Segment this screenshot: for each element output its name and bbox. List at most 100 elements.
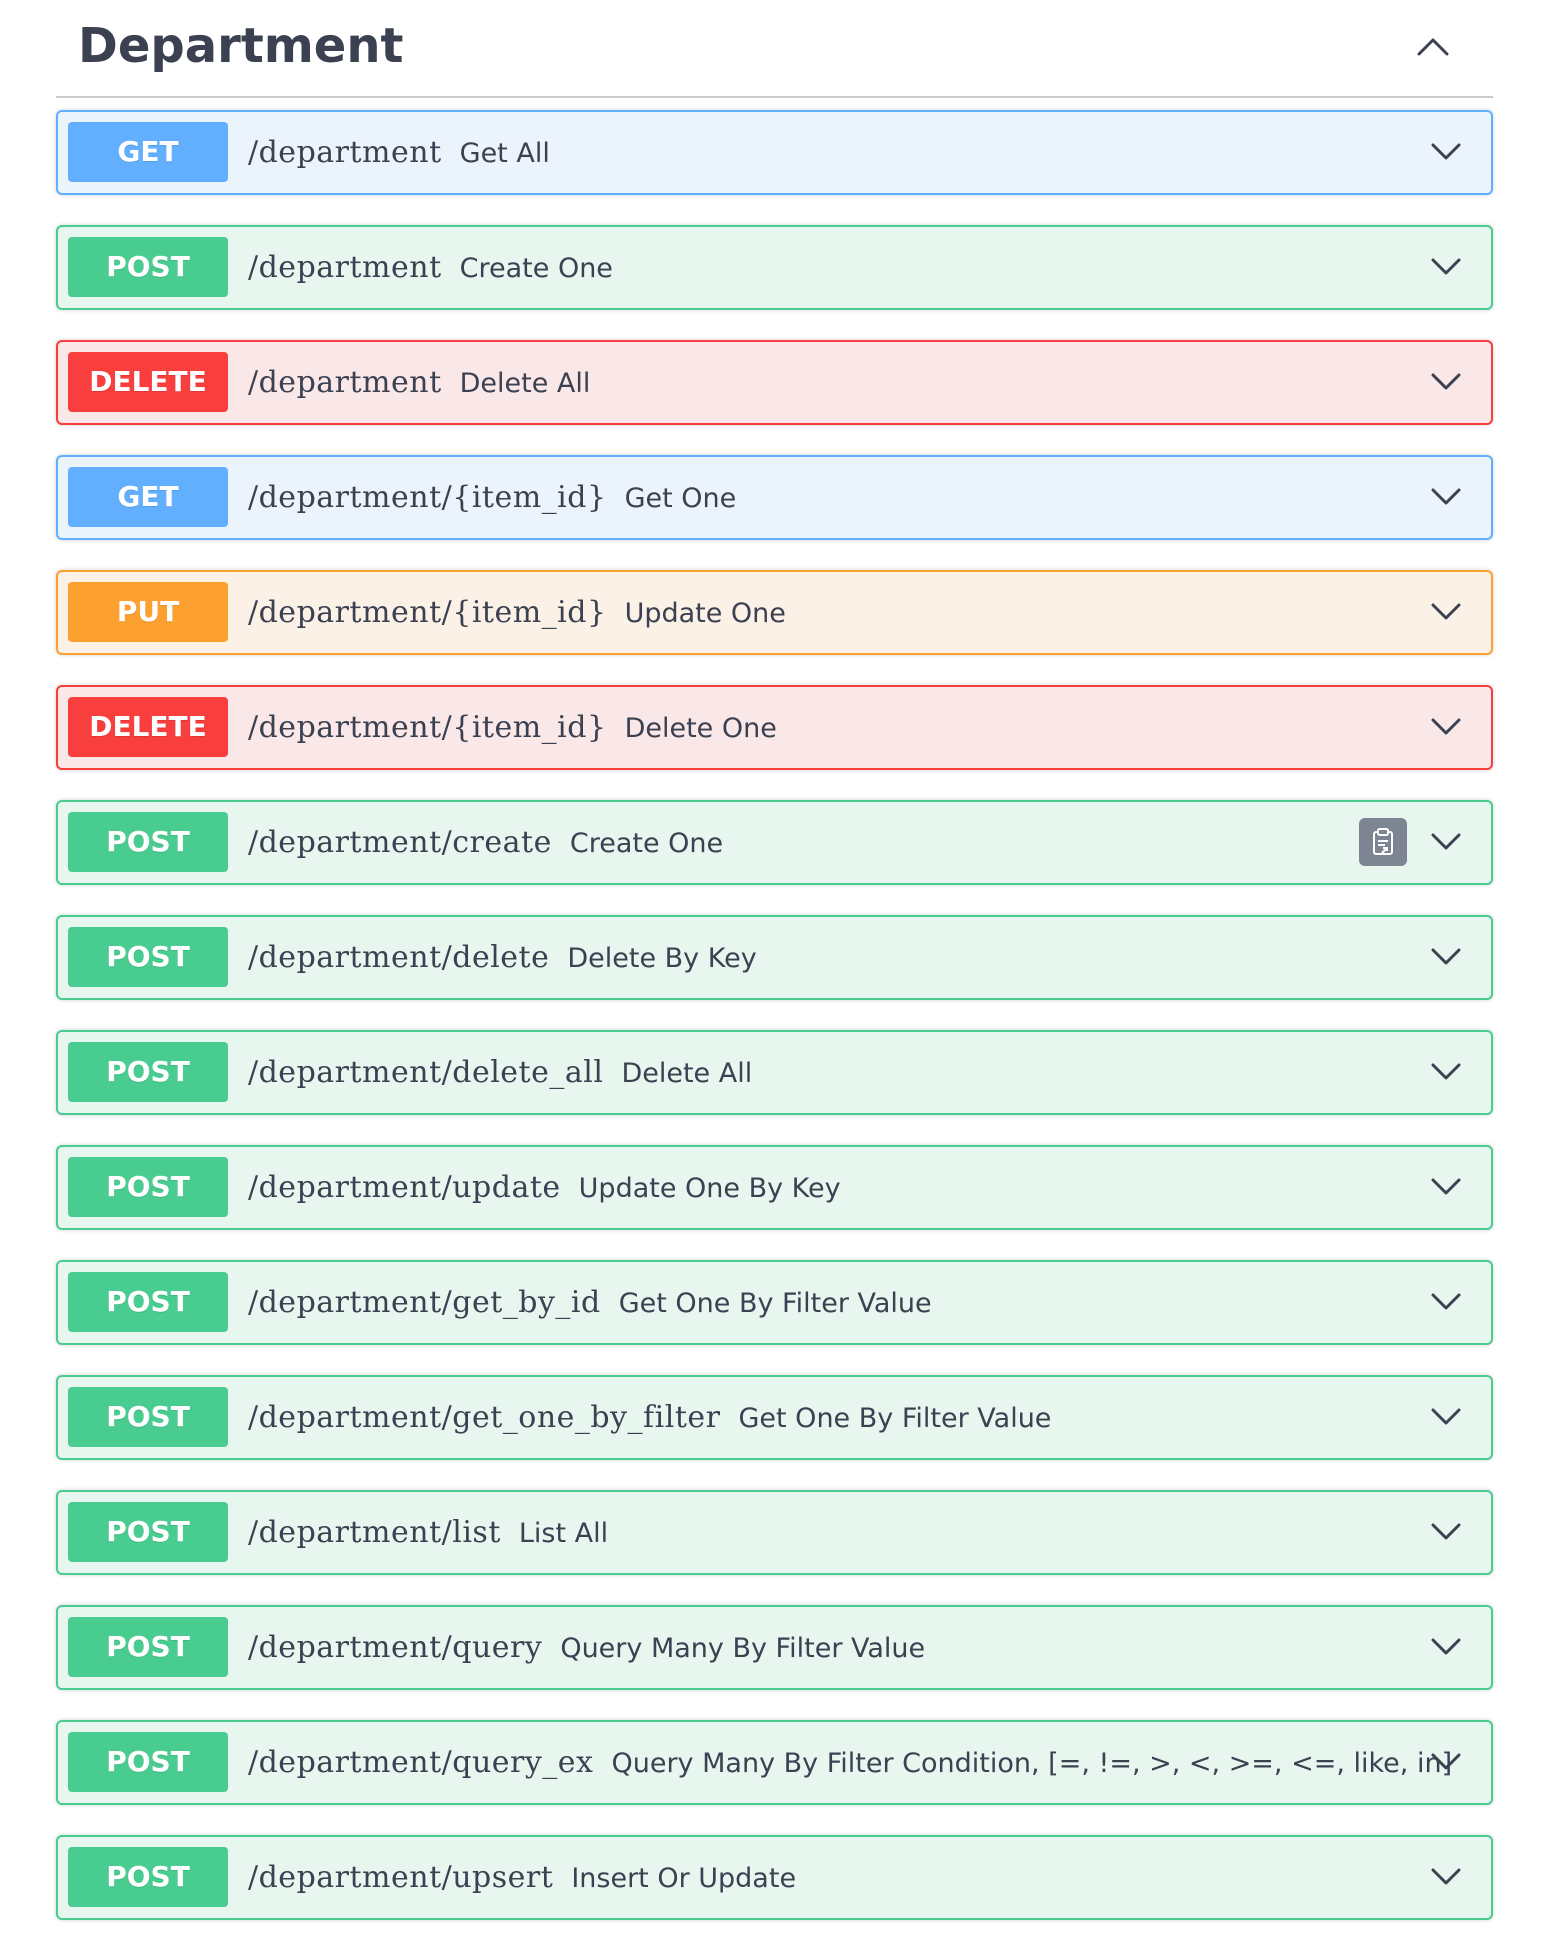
operation-summary: Delete One — [624, 713, 777, 744]
chevron-down-icon[interactable] — [1427, 824, 1465, 858]
operation-summary-line: /department/list List All — [248, 1492, 608, 1573]
operation-summary: Delete All — [621, 1058, 753, 1089]
operation-summary-line: /department/{item_id} Get One — [248, 457, 736, 538]
chevron-down-icon[interactable] — [1427, 364, 1465, 398]
operation-post-department-update[interactable]: POST /department/update Update One By Key — [56, 1145, 1493, 1230]
section-title: Department — [78, 18, 404, 74]
chevron-down-icon[interactable] — [1427, 594, 1465, 628]
operations-list: GET /department Get All POST /department C… — [56, 110, 1493, 1950]
chevron-down-icon[interactable] — [1427, 1744, 1465, 1778]
operation-post-department-get-one-by-filter[interactable]: POST /department/get_one_by_filter Get On… — [56, 1375, 1493, 1460]
chevron-down-icon[interactable] — [1427, 709, 1465, 743]
operation-summary-line: /department/delete_all Delete All — [248, 1032, 752, 1113]
operation-path: /department — [248, 250, 442, 285]
operation-summary: Query Many By Filter Value — [560, 1633, 926, 1664]
method-badge: POST — [68, 1617, 228, 1677]
operation-summary-line: /department/upsert Insert Or Update — [248, 1837, 796, 1918]
operation-summary-line: /department/update Update One By Key — [248, 1147, 841, 1228]
operation-path: /department — [248, 365, 442, 400]
operation-post-department-list[interactable]: POST /department/list List All — [56, 1490, 1493, 1575]
operation-path: /department/query_ex — [248, 1745, 594, 1780]
method-badge: DELETE — [68, 352, 228, 412]
chevron-down-icon[interactable] — [1427, 249, 1465, 283]
method-badge: POST — [68, 1387, 228, 1447]
method-badge: POST — [68, 1847, 228, 1907]
chevron-down-icon[interactable] — [1427, 134, 1465, 168]
method-badge: GET — [68, 122, 228, 182]
chevron-down-icon[interactable] — [1427, 1054, 1465, 1088]
method-badge: POST — [68, 1042, 228, 1102]
operation-summary: Query Many By Filter Condition, [=, !=, … — [611, 1748, 1453, 1779]
method-badge: POST — [68, 812, 228, 872]
operation-post-department-query-ex[interactable]: POST /department/query_ex Query Many By F… — [56, 1720, 1493, 1805]
operation-summary: Get One By Filter Value — [618, 1288, 932, 1319]
operation-summary: Update One By Key — [578, 1173, 841, 1204]
operation-summary: Create One — [459, 253, 613, 284]
clipboard-icon — [1373, 828, 1393, 855]
operation-summary-line: /department/get_one_by_filter Get One By … — [248, 1377, 1051, 1458]
operation-summary: Get One — [624, 483, 737, 514]
operation-path: /department/{item_id} — [248, 480, 607, 515]
operation-path: /department/create — [248, 825, 552, 860]
operation-post-department-create[interactable]: POST /department/create Create One — [56, 800, 1493, 885]
operation-get-department[interactable]: GET /department Get All — [56, 110, 1493, 195]
section-header-department[interactable]: Department — [56, 0, 1493, 98]
method-badge: GET — [68, 467, 228, 527]
operation-path: /department/{item_id} — [248, 595, 607, 630]
operation-summary: Create One — [569, 828, 724, 859]
operation-path: /department/delete — [248, 940, 550, 975]
chevron-down-icon[interactable] — [1427, 1514, 1465, 1548]
method-badge: POST — [68, 927, 228, 987]
method-badge: POST — [68, 1157, 228, 1217]
operation-path: /department/update — [248, 1170, 561, 1205]
operation-summary: Delete By Key — [567, 943, 757, 974]
chevron-down-icon[interactable] — [1427, 1859, 1465, 1893]
chevron-down-icon[interactable] — [1427, 1629, 1465, 1663]
chevron-down-icon[interactable] — [1427, 1284, 1465, 1318]
operation-summary-line: /department/{item_id} Update One — [248, 572, 786, 653]
operation-post-department-upsert[interactable]: POST /department/upsert Insert Or Update — [56, 1835, 1493, 1920]
operation-post-department-query[interactable]: POST /department/query Query Many By Filt… — [56, 1605, 1493, 1690]
chevron-down-icon[interactable] — [1427, 479, 1465, 513]
operation-path: /department/upsert — [248, 1860, 554, 1895]
operation-post-department-delete[interactable]: POST /department/delete Delete By Key — [56, 915, 1493, 1000]
operation-post-department-get-by-id[interactable]: POST /department/get_by_id Get One By Fil… — [56, 1260, 1493, 1345]
operation-get-department-item[interactable]: GET /department/{item_id} Get One — [56, 455, 1493, 540]
operation-delete-department-item[interactable]: DELETE /department/{item_id} Delete One — [56, 685, 1493, 770]
operation-summary-line: /department/query_ex Query Many By Filter… — [248, 1722, 1452, 1803]
operation-delete-department[interactable]: DELETE /department Delete All — [56, 340, 1493, 425]
operation-put-department-item[interactable]: PUT /department/{item_id} Update One — [56, 570, 1493, 655]
operation-summary-line: /department/{item_id} Delete One — [248, 687, 777, 768]
operation-summary-line: /department Get All — [248, 112, 550, 193]
operation-summary: Insert Or Update — [571, 1863, 797, 1894]
operation-summary-line: /department/get_by_id Get One By Filter V… — [248, 1262, 932, 1343]
method-badge: POST — [68, 1502, 228, 1562]
operation-path: /department/query — [248, 1630, 543, 1665]
operation-path: /department/get_by_id — [248, 1285, 601, 1320]
operation-path: /department/get_one_by_filter — [248, 1400, 721, 1435]
operation-path: /department/delete_all — [248, 1055, 604, 1090]
chevron-down-icon[interactable] — [1427, 1169, 1465, 1203]
operation-summary: Get One By Filter Value — [738, 1403, 1052, 1434]
operation-post-department[interactable]: POST /department Create One — [56, 225, 1493, 310]
operation-path: /department/{item_id} — [248, 710, 607, 745]
method-badge: POST — [68, 237, 228, 297]
method-badge: POST — [68, 1732, 228, 1792]
method-badge: PUT — [68, 582, 228, 642]
operation-summary-line: /department/delete Delete By Key — [248, 917, 757, 998]
chevron-down-icon[interactable] — [1427, 939, 1465, 973]
operation-summary: Get All — [459, 138, 550, 169]
operation-summary: Delete All — [459, 368, 591, 399]
operation-summary-line: /department/create Create One — [248, 802, 723, 883]
operation-path: /department — [248, 135, 442, 170]
chevron-up-icon[interactable] — [1403, 20, 1463, 72]
operation-summary-line: /department/query Query Many By Filter Va… — [248, 1607, 925, 1688]
copy-to-clipboard-button[interactable] — [1359, 818, 1407, 866]
operation-summary: List All — [518, 1518, 609, 1549]
operation-summary: Update One — [624, 598, 786, 629]
chevron-down-icon[interactable] — [1427, 1399, 1465, 1433]
operation-post-department-delete-all[interactable]: POST /department/delete_all Delete All — [56, 1030, 1493, 1115]
operation-path: /department/list — [248, 1515, 501, 1550]
method-badge: DELETE — [68, 697, 228, 757]
operation-summary-line: /department Delete All — [248, 342, 590, 423]
